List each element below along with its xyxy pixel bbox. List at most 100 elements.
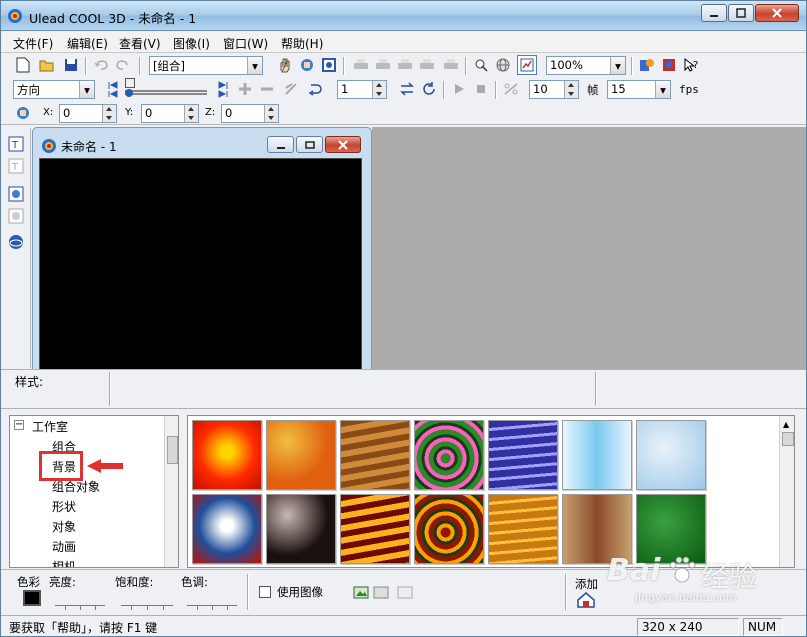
print-button-1[interactable] bbox=[351, 55, 371, 75]
insert-shape-button[interactable] bbox=[6, 184, 26, 204]
close-button[interactable] bbox=[755, 4, 799, 22]
menu-view[interactable]: 查看(V) bbox=[119, 35, 161, 52]
doc-minimize-button[interactable] bbox=[267, 136, 294, 153]
tree-scrollbar[interactable] bbox=[164, 416, 178, 567]
percent-button[interactable] bbox=[501, 79, 521, 99]
print-button-5[interactable] bbox=[441, 55, 461, 75]
fps-combo[interactable]: 15 ▾ bbox=[607, 80, 671, 99]
brightness-slider[interactable] bbox=[55, 592, 105, 610]
chevron-down-icon[interactable]: ▾ bbox=[247, 57, 262, 74]
image-edit-button[interactable] bbox=[395, 582, 415, 602]
zoom-combo[interactable]: 100% ▾ bbox=[546, 56, 626, 75]
tree-item-camera[interactable]: 相机 bbox=[52, 558, 76, 567]
chevron-down-icon[interactable]: ▾ bbox=[655, 81, 670, 98]
frame-spinner[interactable]: 1 bbox=[337, 80, 387, 99]
thumbnail-bg-ice-stream[interactable] bbox=[562, 420, 632, 490]
ping-pong-button[interactable] bbox=[397, 79, 417, 99]
context-help-button[interactable]: ? bbox=[681, 55, 701, 75]
rotate-tool-button[interactable] bbox=[297, 55, 317, 75]
thumbnail-bg-smoke-clouds[interactable] bbox=[266, 494, 336, 564]
pan-tool-button[interactable] bbox=[275, 55, 295, 75]
thumbnail-gallery[interactable]: ▲ bbox=[187, 415, 795, 568]
stop-button[interactable] bbox=[471, 79, 491, 99]
new-button[interactable] bbox=[13, 55, 33, 75]
position-tool-button[interactable] bbox=[13, 103, 33, 123]
chevron-down-icon[interactable]: ▾ bbox=[79, 81, 94, 98]
spinner-arrows-icon[interactable] bbox=[264, 105, 278, 122]
saturation-slider[interactable] bbox=[121, 592, 173, 610]
redo-button[interactable] bbox=[113, 55, 133, 75]
tree-root[interactable]: 工作室 bbox=[32, 418, 68, 435]
color-swatch[interactable] bbox=[23, 590, 41, 606]
open-button[interactable] bbox=[37, 55, 57, 75]
save-button[interactable] bbox=[61, 55, 81, 75]
chevron-down-icon[interactable]: ▾ bbox=[610, 57, 625, 74]
thumbnail-bg-sand-weave[interactable] bbox=[488, 494, 558, 564]
thumbnail-bg-sunburst-orange[interactable] bbox=[192, 420, 262, 490]
thumbnail-bg-frost-blue[interactable] bbox=[636, 420, 706, 490]
scroll-up-icon[interactable]: ▲ bbox=[783, 420, 789, 429]
undo-button[interactable] bbox=[91, 55, 111, 75]
tree-item-animation[interactable]: 动画 bbox=[52, 538, 76, 555]
menu-help[interactable]: 帮助(H) bbox=[281, 35, 323, 52]
size-tool-button[interactable] bbox=[319, 55, 339, 75]
insert-object-button[interactable]: T bbox=[6, 134, 26, 154]
object-select-combo[interactable]: [组合] ▾ bbox=[149, 56, 263, 75]
thumbnail-bg-swirl-psychedelic[interactable] bbox=[414, 420, 484, 490]
tree-item-shape[interactable]: 形状 bbox=[52, 498, 76, 515]
timeline-thumb[interactable] bbox=[125, 78, 135, 88]
globe-button[interactable] bbox=[493, 55, 513, 75]
thumbnail-bg-fire-marble[interactable] bbox=[266, 420, 336, 490]
menu-window[interactable]: 窗口(W) bbox=[223, 35, 268, 52]
minimize-button[interactable] bbox=[701, 4, 727, 22]
add-keyframe-button[interactable] bbox=[235, 79, 255, 99]
tree-scroll-thumb[interactable] bbox=[167, 436, 178, 464]
plugin-button-2[interactable] bbox=[659, 55, 679, 75]
edit-text-button[interactable]: T bbox=[6, 156, 26, 176]
gallery-scrollbar[interactable]: ▲ bbox=[779, 416, 794, 567]
remove-keyframe-button[interactable] bbox=[257, 79, 277, 99]
direction-combo[interactable]: 方向 ▾ bbox=[13, 80, 95, 99]
document-window[interactable]: 未命名 - 1 bbox=[32, 127, 372, 372]
menu-image[interactable]: 图像(I) bbox=[173, 35, 210, 52]
z-spinner[interactable]: 0 bbox=[221, 104, 279, 123]
spinner-arrows-icon[interactable] bbox=[102, 105, 116, 122]
doc-maximize-button[interactable] bbox=[296, 136, 323, 153]
maximize-button[interactable] bbox=[728, 4, 754, 22]
timeline-slider[interactable] bbox=[125, 78, 207, 92]
load-image-button[interactable] bbox=[351, 582, 371, 602]
thumbnail-bg-cloud-sky[interactable] bbox=[192, 494, 262, 564]
spinner-arrows-icon[interactable] bbox=[564, 81, 578, 98]
hue-slider[interactable] bbox=[187, 592, 237, 610]
keyframe-marker[interactable] bbox=[125, 89, 133, 97]
light-tool-button[interactable] bbox=[471, 55, 491, 75]
insert-geometry-button[interactable] bbox=[6, 232, 26, 252]
add-to-gallery-button[interactable] bbox=[576, 590, 596, 610]
image-option-button[interactable] bbox=[371, 582, 391, 602]
spinner-arrows-icon[interactable] bbox=[372, 81, 386, 98]
quality-toggle-button[interactable] bbox=[517, 55, 537, 75]
thumbnail-bg-water-ripple[interactable] bbox=[488, 420, 558, 490]
frame-first-icon[interactable] bbox=[105, 80, 125, 98]
frame-count-spinner[interactable]: 10 bbox=[529, 80, 579, 99]
tree-item-object[interactable]: 对象 bbox=[52, 518, 76, 535]
play-button[interactable] bbox=[449, 79, 469, 99]
spinner-arrows-icon[interactable] bbox=[184, 105, 198, 122]
menu-edit[interactable]: 编辑(E) bbox=[67, 35, 108, 52]
print-button-2[interactable] bbox=[373, 55, 393, 75]
loop-button[interactable] bbox=[305, 79, 325, 99]
use-image-checkbox[interactable] bbox=[259, 586, 271, 598]
reverse-button[interactable] bbox=[281, 79, 301, 99]
print-button-4[interactable] bbox=[417, 55, 437, 75]
repeat-button[interactable] bbox=[419, 79, 439, 99]
plugin-button-1[interactable] bbox=[637, 55, 657, 75]
frame-last-icon[interactable] bbox=[213, 80, 233, 98]
thumbnail-bg-sea-sunset[interactable] bbox=[414, 494, 484, 564]
thumbnail-bg-wood-grain[interactable] bbox=[340, 420, 410, 490]
x-spinner[interactable]: 0 bbox=[59, 104, 117, 123]
title-bar[interactable]: Ulead COOL 3D - 未命名 - 1 bbox=[1, 1, 806, 31]
tree-collapse-icon[interactable]: − bbox=[14, 420, 24, 430]
doc-close-button[interactable] bbox=[325, 136, 361, 153]
print-button-3[interactable] bbox=[395, 55, 415, 75]
edit-shape-button[interactable] bbox=[6, 206, 26, 226]
